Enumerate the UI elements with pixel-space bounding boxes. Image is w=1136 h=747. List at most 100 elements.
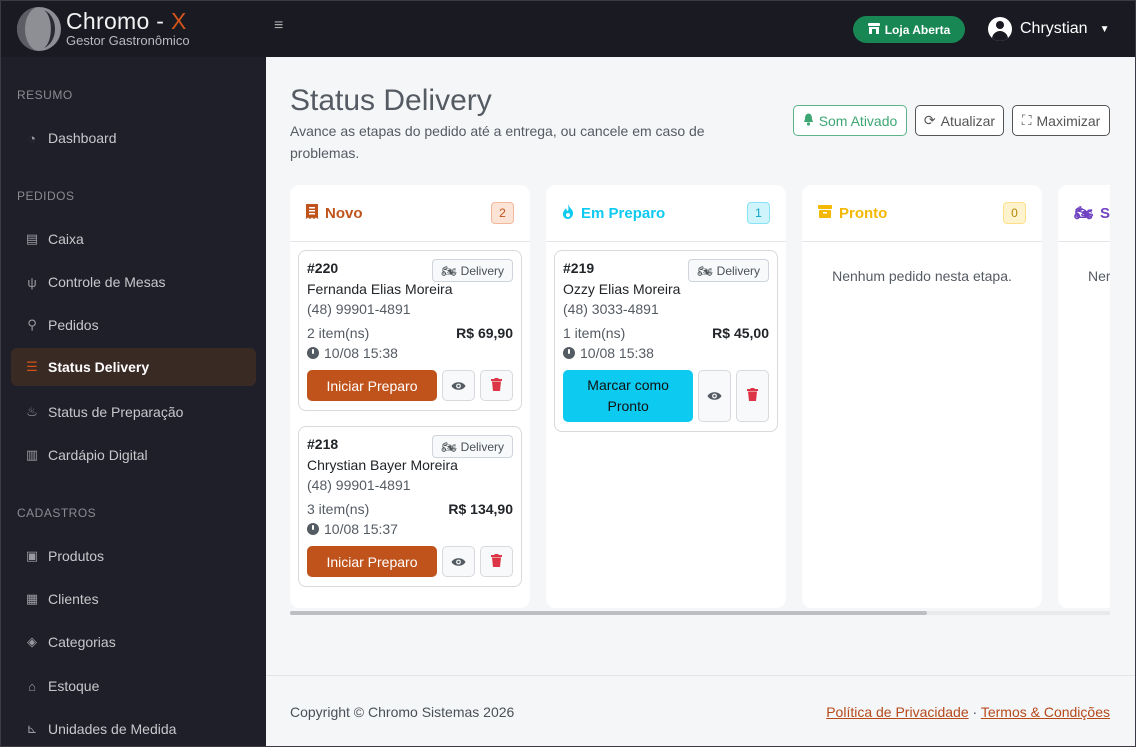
top-bar: Chromo - X Gestor Gastronômico ≡ Loja Ab… (0, 0, 1136, 57)
column-title: Pronto (839, 204, 888, 222)
brand-name: Chromo - (66, 7, 165, 34)
sidebar-item-produtos[interactable]: ▣ Produtos (11, 537, 256, 575)
order-card[interactable]: #219 🏍︎ Delivery Ozzy Elias Moreira (48) … (554, 250, 778, 432)
sidebar-item-status-delivery[interactable]: ☰ Status Delivery (11, 348, 256, 386)
sidebar-item-label: Unidades de Medida (48, 721, 177, 737)
menu-toggle-icon[interactable]: ≡ (274, 18, 288, 34)
customer-phone: (48) 99901-4891 (307, 301, 411, 317)
order-type-label: Delivery (716, 263, 760, 278)
column-count-badge: 0 (1003, 202, 1026, 224)
store-icon (867, 22, 880, 37)
refresh-button[interactable]: ⟳ Atualizar (915, 105, 1004, 136)
order-card[interactable]: #218 🏍︎ Delivery Chrystian Bayer Moreira … (298, 426, 522, 587)
sidebar-item-label: Pedidos (48, 317, 99, 333)
order-type-label: Delivery (460, 263, 504, 278)
sidebar-item-cardapio-digital[interactable]: ▥ Cardápio Digital (11, 436, 256, 474)
view-order-button[interactable] (698, 370, 732, 422)
list-check-icon: ☰ (26, 359, 38, 374)
warehouse-icon: ⌂ (28, 678, 36, 694)
order-items: 2 item(ns) (307, 325, 370, 341)
column-saiu-para-entrega: 🏍︎ S Ner (1058, 185, 1110, 608)
sidebar-item-status-de-preparacao[interactable]: ♨ Status de Preparação (11, 393, 256, 431)
clock-icon (563, 347, 575, 359)
sidebar-item-dashboard[interactable]: ◔ Dashboard (11, 119, 256, 157)
column-header: 🏍︎ S (1058, 185, 1110, 242)
trash-icon (490, 553, 502, 570)
sidebar-item-label: Status Delivery (48, 359, 150, 375)
sidebar-item-unidades-de-medida[interactable]: ⊾ Unidades de Medida (11, 710, 256, 747)
utensils-icon: ψ (27, 274, 37, 290)
sound-toggle-button[interactable]: Som Ativado (793, 105, 907, 136)
column-header: Pronto 0 (802, 185, 1042, 242)
sidebar-item-label: Estoque (48, 678, 100, 694)
privacy-policy-link[interactable]: Política de Privacidade (826, 704, 968, 720)
start-preparation-button[interactable]: Iniciar Preparo (307, 546, 437, 577)
refresh-icon: ⟳ (923, 112, 936, 128)
refresh-label: Atualizar (940, 112, 996, 129)
eye-icon (707, 388, 722, 404)
board-horizontal-scrollbar[interactable] (290, 611, 1110, 615)
page-title: Status Delivery (290, 84, 492, 117)
scrollbar-thumb[interactable] (290, 611, 927, 615)
trash-icon (490, 377, 502, 394)
start-preparation-button[interactable]: Iniciar Preparo (307, 370, 437, 401)
cancel-order-button[interactable] (736, 370, 770, 422)
column-title: Em Preparo (581, 204, 666, 222)
cancel-order-button[interactable] (479, 546, 513, 577)
terms-link[interactable]: Termos & Condições (981, 704, 1110, 720)
sidebar-item-label: Clientes (48, 591, 99, 607)
sidebar-item-label: Caixa (48, 231, 84, 247)
empty-column-message: Ner (1088, 268, 1110, 284)
sidebar-item-controle-de-mesas[interactable]: ψ Controle de Mesas (11, 263, 256, 301)
brand-accent: X (170, 7, 187, 34)
order-time: 10/08 15:38 (324, 345, 398, 361)
column-em-preparo: Em Preparo 1 #219 🏍︎ Delivery Ozzy Elias … (546, 185, 786, 608)
brand[interactable]: Chromo - X Gestor Gastronômico (0, 6, 266, 52)
sidebar-item-label: Controle de Mesas (48, 274, 166, 290)
sidebar-item-pedidos[interactable]: ⚲ Pedidos (11, 306, 256, 344)
view-order-button[interactable] (441, 370, 475, 401)
cancel-order-button[interactable] (479, 370, 513, 401)
order-card[interactable]: #220 🏍︎ Delivery Fernanda Elias Moreira (… (298, 250, 522, 411)
order-type-badge: 🏍︎ Delivery (688, 259, 769, 282)
sidebar-item-label: Dashboard (48, 130, 117, 146)
user-name: Chrystian (1020, 20, 1088, 37)
maximize-button[interactable]: ⛶ Maximizar (1012, 105, 1110, 136)
clock-icon (307, 347, 319, 359)
receipt-icon (306, 203, 318, 223)
mark-ready-button[interactable]: Marcar como Pronto (563, 370, 694, 422)
logo-icon (16, 6, 62, 52)
sidebar-item-caixa[interactable]: ▤ Caixa (11, 220, 256, 258)
footer-separator: · (972, 703, 978, 720)
order-type-badge: 🏍︎ Delivery (432, 435, 513, 458)
motorcycle-icon: 🏍︎ (441, 263, 457, 278)
column-novo: Novo 2 #220 🏍︎ Delivery Fernanda Elias Mo… (290, 185, 530, 608)
column-pronto: Pronto 0 Nenhum pedido nesta etapa. (802, 185, 1042, 608)
chef-icon: ♨ (26, 404, 38, 419)
sidebar-item-clientes[interactable]: ▦ Clientes (11, 580, 256, 618)
store-status-label: Loja Aberta (884, 22, 951, 37)
box-icon (818, 204, 832, 222)
column-count-badge: 2 (491, 202, 514, 224)
user-menu[interactable]: Chrystian ▼ (988, 17, 1109, 41)
customer-name: Ozzy Elias Moreira (563, 281, 681, 297)
clock-icon (307, 523, 319, 535)
order-total: R$ 45,00 (712, 325, 769, 341)
motorcycle-icon: 🏍︎ (697, 263, 713, 278)
order-items: 3 item(ns) (307, 501, 370, 517)
chevron-down-icon: ▼ (1099, 23, 1110, 35)
sidebar-item-categorias[interactable]: ◈ Categorias (11, 623, 256, 661)
sidebar-item-label: Categorias (48, 634, 116, 650)
eye-icon (451, 554, 466, 570)
order-time: 10/08 15:38 (580, 345, 654, 361)
user-avatar-icon (988, 17, 1012, 41)
store-status-button[interactable]: Loja Aberta (853, 16, 965, 43)
ruler-icon: ⊾ (26, 721, 38, 736)
sidebar-item-label: Produtos (48, 548, 105, 564)
address-book-icon: ▦ (25, 591, 39, 606)
view-order-button[interactable] (441, 546, 475, 577)
bell-icon (803, 113, 814, 129)
sidebar-item-estoque[interactable]: ⌂ Estoque (11, 667, 256, 705)
order-type-badge: 🏍︎ Delivery (432, 259, 513, 282)
sidebar-section-title: PEDIDOS (17, 189, 75, 203)
